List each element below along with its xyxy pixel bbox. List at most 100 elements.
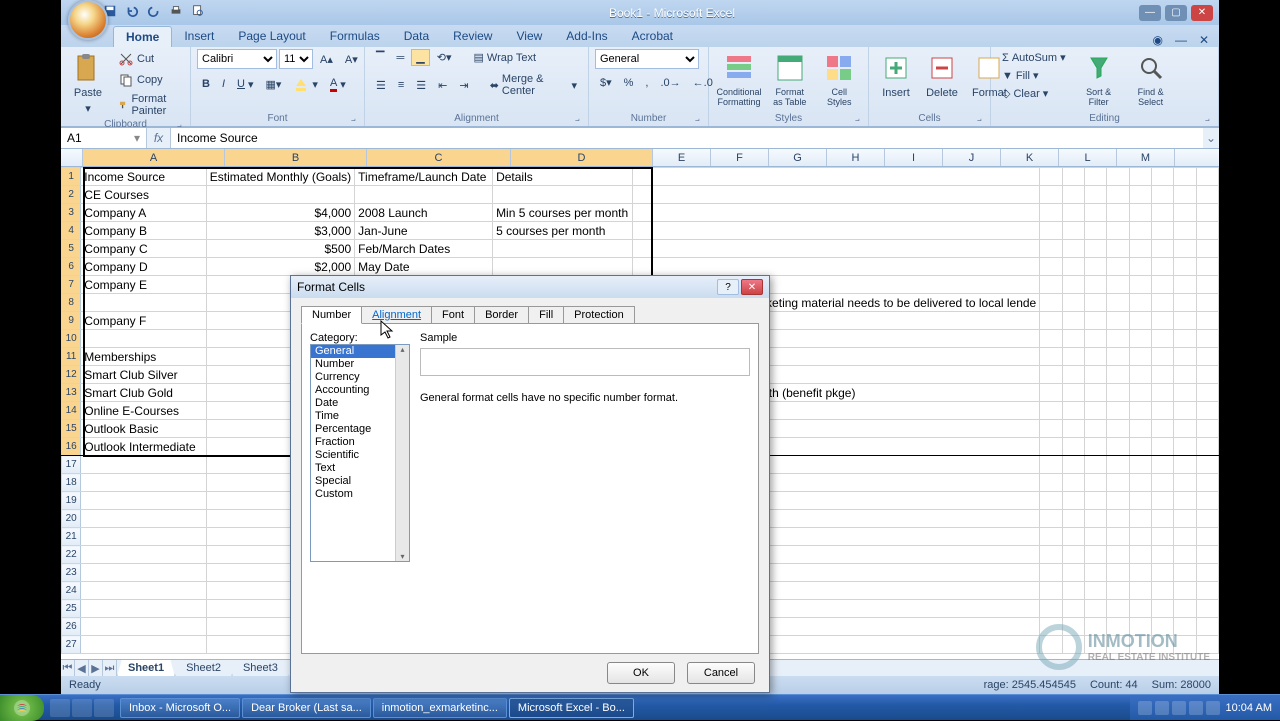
- print-icon[interactable]: [169, 4, 183, 21]
- cell[interactable]: [1062, 456, 1084, 474]
- cell[interactable]: [1174, 474, 1196, 492]
- cell[interactable]: [81, 510, 207, 528]
- cell[interactable]: [81, 564, 207, 582]
- cell[interactable]: [1151, 582, 1173, 600]
- cell[interactable]: [1107, 618, 1129, 636]
- cell[interactable]: [1129, 636, 1151, 654]
- cell[interactable]: [1196, 582, 1218, 600]
- fx-button[interactable]: fx: [147, 128, 171, 148]
- cell[interactable]: [1174, 186, 1196, 204]
- cell[interactable]: [1040, 492, 1062, 510]
- help-icon[interactable]: ◉: [1152, 33, 1162, 47]
- ql-icon[interactable]: [94, 699, 114, 717]
- cell[interactable]: [1062, 330, 1084, 348]
- cell[interactable]: [1196, 240, 1218, 258]
- taskbar-task[interactable]: inmotion_exmarketinc...: [373, 698, 507, 718]
- cell[interactable]: [1040, 420, 1062, 438]
- cell[interactable]: [1040, 456, 1062, 474]
- cell[interactable]: [1062, 600, 1084, 618]
- ribbon-tab-add-ins[interactable]: Add-Ins: [554, 26, 619, 47]
- cell[interactable]: [1040, 348, 1062, 366]
- cell[interactable]: [1196, 600, 1218, 618]
- clock[interactable]: 10:04 AM: [1226, 702, 1272, 714]
- cell[interactable]: [1196, 258, 1218, 276]
- cell[interactable]: Company D: [81, 258, 207, 276]
- cell[interactable]: [1151, 384, 1173, 402]
- cell[interactable]: [1040, 438, 1062, 456]
- cell[interactable]: [1062, 636, 1084, 654]
- cell[interactable]: [1062, 366, 1084, 384]
- cell[interactable]: [1151, 330, 1173, 348]
- cell[interactable]: [1196, 330, 1218, 348]
- cell[interactable]: [1196, 294, 1218, 312]
- cell[interactable]: [1174, 330, 1196, 348]
- cell[interactable]: [1084, 474, 1106, 492]
- cell[interactable]: [1107, 240, 1129, 258]
- cell[interactable]: [81, 528, 207, 546]
- cell[interactable]: [1196, 636, 1218, 654]
- redo-icon[interactable]: [147, 4, 161, 21]
- row-header[interactable]: 24: [62, 582, 81, 600]
- cell[interactable]: [1174, 636, 1196, 654]
- cell[interactable]: [1129, 258, 1151, 276]
- row-header[interactable]: 15: [62, 420, 81, 438]
- cell[interactable]: [1107, 294, 1129, 312]
- row-header[interactable]: 1: [62, 168, 81, 186]
- cell[interactable]: [1151, 492, 1173, 510]
- cell[interactable]: [1062, 618, 1084, 636]
- cell[interactable]: [81, 330, 207, 348]
- ql-icon[interactable]: [72, 699, 92, 717]
- cell[interactable]: [1174, 420, 1196, 438]
- cell[interactable]: [1062, 348, 1084, 366]
- row-header[interactable]: 18: [62, 474, 81, 492]
- cell[interactable]: [1062, 204, 1084, 222]
- cell[interactable]: [1174, 366, 1196, 384]
- cell[interactable]: [1084, 276, 1106, 294]
- col-header-B[interactable]: B: [225, 149, 367, 166]
- format-table-button[interactable]: Format as Table: [767, 49, 813, 109]
- format-painter-button[interactable]: Format Painter: [113, 91, 184, 119]
- undo-icon[interactable]: [125, 4, 139, 21]
- formula-input[interactable]: Income Source: [171, 128, 1203, 148]
- name-box[interactable]: A1▾: [61, 128, 147, 148]
- cell[interactable]: [1174, 168, 1196, 186]
- row-header[interactable]: 8: [62, 294, 81, 312]
- cell[interactable]: [633, 258, 1040, 276]
- grow-font-icon[interactable]: A▴: [315, 51, 338, 68]
- dialog-tab-alignment[interactable]: Alignment: [361, 306, 432, 323]
- cond-format-button[interactable]: Conditional Formatting: [715, 49, 763, 109]
- category-general[interactable]: General: [311, 345, 395, 358]
- cell[interactable]: [633, 240, 1040, 258]
- cell[interactable]: [1084, 636, 1106, 654]
- cell[interactable]: [1151, 312, 1173, 330]
- find-select-button[interactable]: Find & Select: [1127, 49, 1175, 109]
- cell[interactable]: [355, 186, 493, 204]
- cell[interactable]: [1040, 474, 1062, 492]
- cell[interactable]: [1040, 258, 1062, 276]
- cell[interactable]: [81, 456, 207, 474]
- cell[interactable]: [1107, 456, 1129, 474]
- cell[interactable]: [81, 582, 207, 600]
- col-header-D[interactable]: D: [511, 149, 653, 166]
- row-header[interactable]: 7: [62, 276, 81, 294]
- cell[interactable]: [1062, 186, 1084, 204]
- cell[interactable]: [81, 636, 207, 654]
- cell[interactable]: [1174, 618, 1196, 636]
- cell[interactable]: Company F: [81, 312, 207, 330]
- category-percentage[interactable]: Percentage: [311, 423, 395, 436]
- cell[interactable]: [1040, 528, 1062, 546]
- cell[interactable]: [1196, 186, 1218, 204]
- row-header[interactable]: 14: [62, 402, 81, 420]
- cell[interactable]: [1129, 294, 1151, 312]
- cell[interactable]: [493, 240, 633, 258]
- ok-button[interactable]: OK: [607, 662, 675, 684]
- cell[interactable]: [1040, 510, 1062, 528]
- row-header[interactable]: 27: [62, 636, 81, 654]
- prev-sheet-icon[interactable]: ◀: [75, 660, 89, 677]
- cell[interactable]: [1107, 222, 1129, 240]
- cell[interactable]: [1062, 420, 1084, 438]
- sheet-tab-sheet3[interactable]: Sheet3: [232, 660, 289, 677]
- cell[interactable]: [1129, 222, 1151, 240]
- cell[interactable]: [1196, 546, 1218, 564]
- expand-formula-icon[interactable]: ⌄: [1203, 128, 1219, 148]
